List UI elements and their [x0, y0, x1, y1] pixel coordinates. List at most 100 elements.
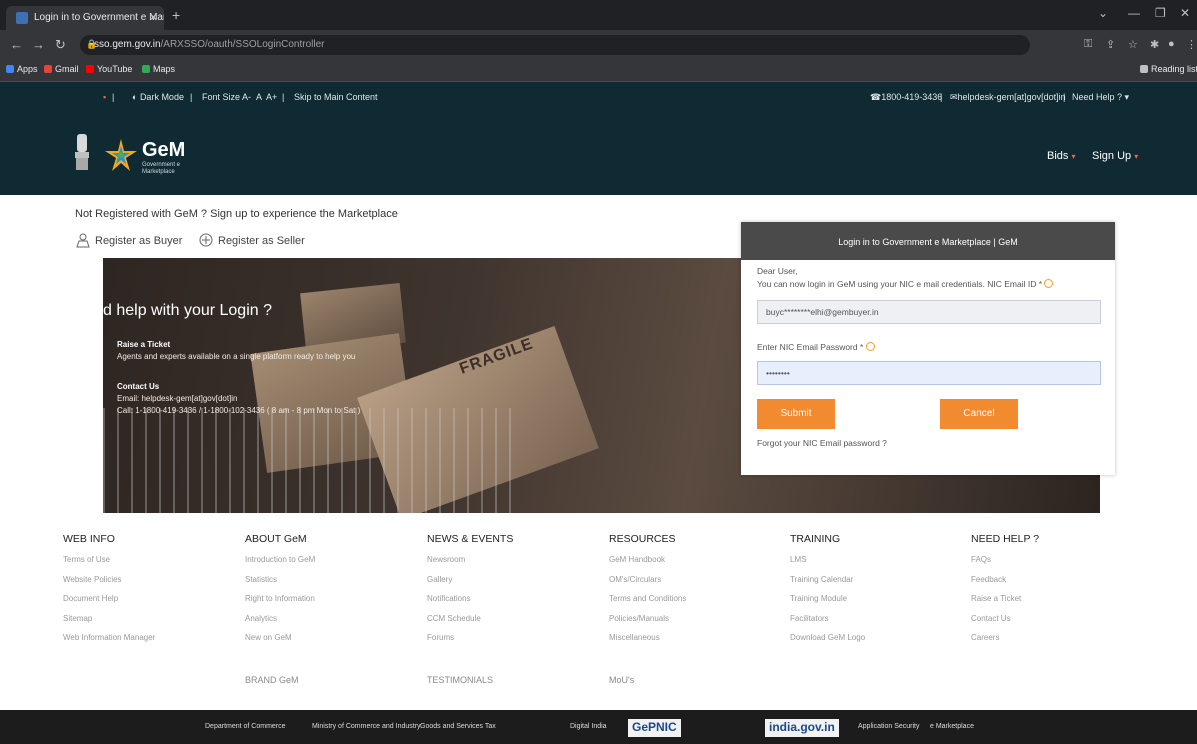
browser-tab[interactable]: Login in to Government e Marke ✕: [6, 6, 164, 30]
login-heading: Login in to Government e Marketplace | G…: [741, 222, 1115, 260]
extensions-icon[interactable]: ✱: [1150, 38, 1159, 51]
footer-link[interactable]: Facilitators: [790, 614, 970, 634]
footer-link[interactable]: New on GeM: [245, 633, 425, 653]
forgot-password-link[interactable]: Forgot your NIC Email password ?: [757, 438, 887, 448]
email-id-field[interactable]: buyc********elhi@gembuyer.in: [757, 300, 1101, 324]
key-icon[interactable]: ⚿: [1084, 38, 1092, 51]
footer-link[interactable]: Sitemap: [63, 614, 243, 634]
partner-logo[interactable]: Goods and Services Tax: [420, 719, 496, 737]
site-header: GeM Government e Marketplace Bids ▾ Sign…: [0, 112, 1197, 195]
login-panel: Login in to Government e Marketplace | G…: [741, 222, 1115, 475]
divider: |: [1063, 92, 1066, 102]
nav-sign-up[interactable]: Sign Up ▾: [1092, 150, 1138, 162]
footer-link[interactable]: Introduction to GeM: [245, 555, 425, 575]
info-icon[interactable]: [865, 342, 875, 351]
footer-link[interactable]: Contact Us: [971, 614, 1151, 634]
bookmark-youtube[interactable]: YouTube: [86, 64, 132, 74]
menu-icon[interactable]: ⋮: [1186, 38, 1197, 51]
password-label: Enter NIC Email Password *: [757, 342, 875, 352]
partner-logo[interactable]: Ministry of Commerce and Industry: [312, 719, 421, 737]
partner-logo[interactable]: india.gov.in: [765, 719, 839, 737]
email-link[interactable]: ✉helpdesk-gem[at]gov[dot]in: [950, 92, 1066, 103]
raise-ticket-text: Agents and experts available on a single…: [117, 352, 356, 361]
footer-link[interactable]: FAQs: [971, 555, 1151, 575]
footer-link[interactable]: Feedback: [971, 575, 1151, 595]
gem-star-logo-icon: [105, 139, 137, 171]
nav-bids[interactable]: Bids ▾: [1047, 150, 1075, 162]
gem-logo-text[interactable]: GeM: [142, 139, 185, 162]
flag-marker-icon: ▪: [103, 92, 107, 102]
partner-logo[interactable]: e Marketplace: [930, 719, 974, 737]
footer-heading: WEB INFO: [63, 533, 115, 545]
info-icon[interactable]: [1044, 279, 1054, 288]
submit-button[interactable]: Submit: [757, 399, 835, 429]
footer-link[interactable]: Notifications: [427, 594, 607, 614]
footer-link[interactable]: Gallery: [427, 575, 607, 595]
font-increase-button[interactable]: A+: [266, 92, 277, 102]
partner-logo[interactable]: Digital India: [570, 719, 607, 737]
need-help-dropdown[interactable]: Need Help ? ▾: [1072, 92, 1129, 103]
bookmark-gmail[interactable]: Gmail: [44, 64, 79, 74]
shopping-cart-image: [103, 408, 523, 513]
font-decrease-button[interactable]: A-: [242, 92, 251, 102]
footer-link-testimonials[interactable]: TESTIMONIALS: [427, 675, 493, 685]
browser-tab-bar: Login in to Government e Marke ✕ + ⌄ — ❐…: [0, 0, 1197, 30]
cancel-button[interactable]: Cancel: [940, 399, 1018, 429]
footer-link[interactable]: Web Information Manager: [63, 633, 243, 653]
footer-col-web-info: WEB INFO Terms of Use Website Policies D…: [63, 533, 243, 653]
reload-icon[interactable]: ↻: [55, 37, 66, 53]
register-as-buyer-link[interactable]: Register as Buyer: [75, 232, 182, 248]
footer-link[interactable]: Training Calendar: [790, 575, 970, 595]
new-tab-icon[interactable]: +: [172, 7, 180, 23]
divider: |: [112, 92, 115, 102]
footer-link[interactable]: Policies/Manuals: [609, 614, 789, 634]
partner-logo[interactable]: GePNIC: [628, 719, 681, 737]
share-icon[interactable]: ⇪: [1106, 38, 1115, 51]
seller-icon: [199, 233, 213, 247]
skip-to-main-link[interactable]: Skip to Main Content: [294, 92, 378, 102]
partner-logo[interactable]: Application Security: [858, 719, 919, 737]
back-icon[interactable]: ←: [10, 37, 23, 52]
footer-link[interactable]: Terms and Conditions: [609, 594, 789, 614]
bookmark-apps[interactable]: Apps: [6, 64, 38, 74]
footer-link[interactable]: Download GeM Logo: [790, 633, 970, 653]
reading-list[interactable]: Reading list: [1140, 64, 1197, 74]
tab-title: Login in to Government e Marke: [34, 12, 164, 23]
buyer-icon: [76, 233, 90, 248]
bookmark-maps[interactable]: Maps: [142, 64, 175, 74]
tab-search-icon[interactable]: ⌄: [1098, 6, 1108, 20]
footer-link[interactable]: Forums: [427, 633, 607, 653]
url-input[interactable]: 🔒 sso.gem.gov.in/ARXSSO/oauth/SSOLoginCo…: [80, 35, 1030, 55]
footer-link[interactable]: Miscellaneous: [609, 633, 789, 653]
footer-link[interactable]: Document Help: [63, 594, 243, 614]
footer-link[interactable]: Website Policies: [63, 575, 243, 595]
footer-link[interactable]: Raise a Ticket: [971, 594, 1151, 614]
footer-link[interactable]: Statistics: [245, 575, 425, 595]
register-as-seller-link[interactable]: Register as Seller: [198, 232, 305, 248]
dark-mode-toggle[interactable]: ◐ Dark Mode: [132, 92, 184, 102]
lock-icon: 🔒: [86, 39, 98, 49]
footer-link[interactable]: OM's/Circulars: [609, 575, 789, 595]
phone-link[interactable]: ☎1800-419-3436: [870, 92, 942, 103]
footer-link[interactable]: Terms of Use: [63, 555, 243, 575]
footer-link[interactable]: Careers: [971, 633, 1151, 653]
footer-link-brand-gem[interactable]: BRAND GeM: [245, 675, 299, 685]
close-tab-icon[interactable]: ✕: [149, 11, 158, 24]
footer-link[interactable]: Newsroom: [427, 555, 607, 575]
footer-link[interactable]: GeM Handbook: [609, 555, 789, 575]
footer-link[interactable]: Analytics: [245, 614, 425, 634]
partner-logo[interactable]: Department of Commerce: [205, 719, 286, 737]
forward-icon[interactable]: →: [32, 37, 45, 52]
star-icon[interactable]: ☆: [1128, 38, 1138, 51]
password-field[interactable]: ••••••••: [757, 361, 1101, 385]
footer-link[interactable]: CCM Schedule: [427, 614, 607, 634]
footer-link[interactable]: LMS: [790, 555, 970, 575]
maximize-icon[interactable]: ❐: [1155, 6, 1166, 20]
close-window-icon[interactable]: ✕: [1180, 6, 1190, 20]
font-reset-button[interactable]: A: [256, 92, 262, 102]
footer-link-mous[interactable]: MoU's: [609, 675, 634, 685]
footer-link[interactable]: Right to Information: [245, 594, 425, 614]
footer-link[interactable]: Training Module: [790, 594, 970, 614]
profile-icon[interactable]: ●: [1168, 38, 1175, 50]
minimize-icon[interactable]: —: [1128, 6, 1140, 20]
